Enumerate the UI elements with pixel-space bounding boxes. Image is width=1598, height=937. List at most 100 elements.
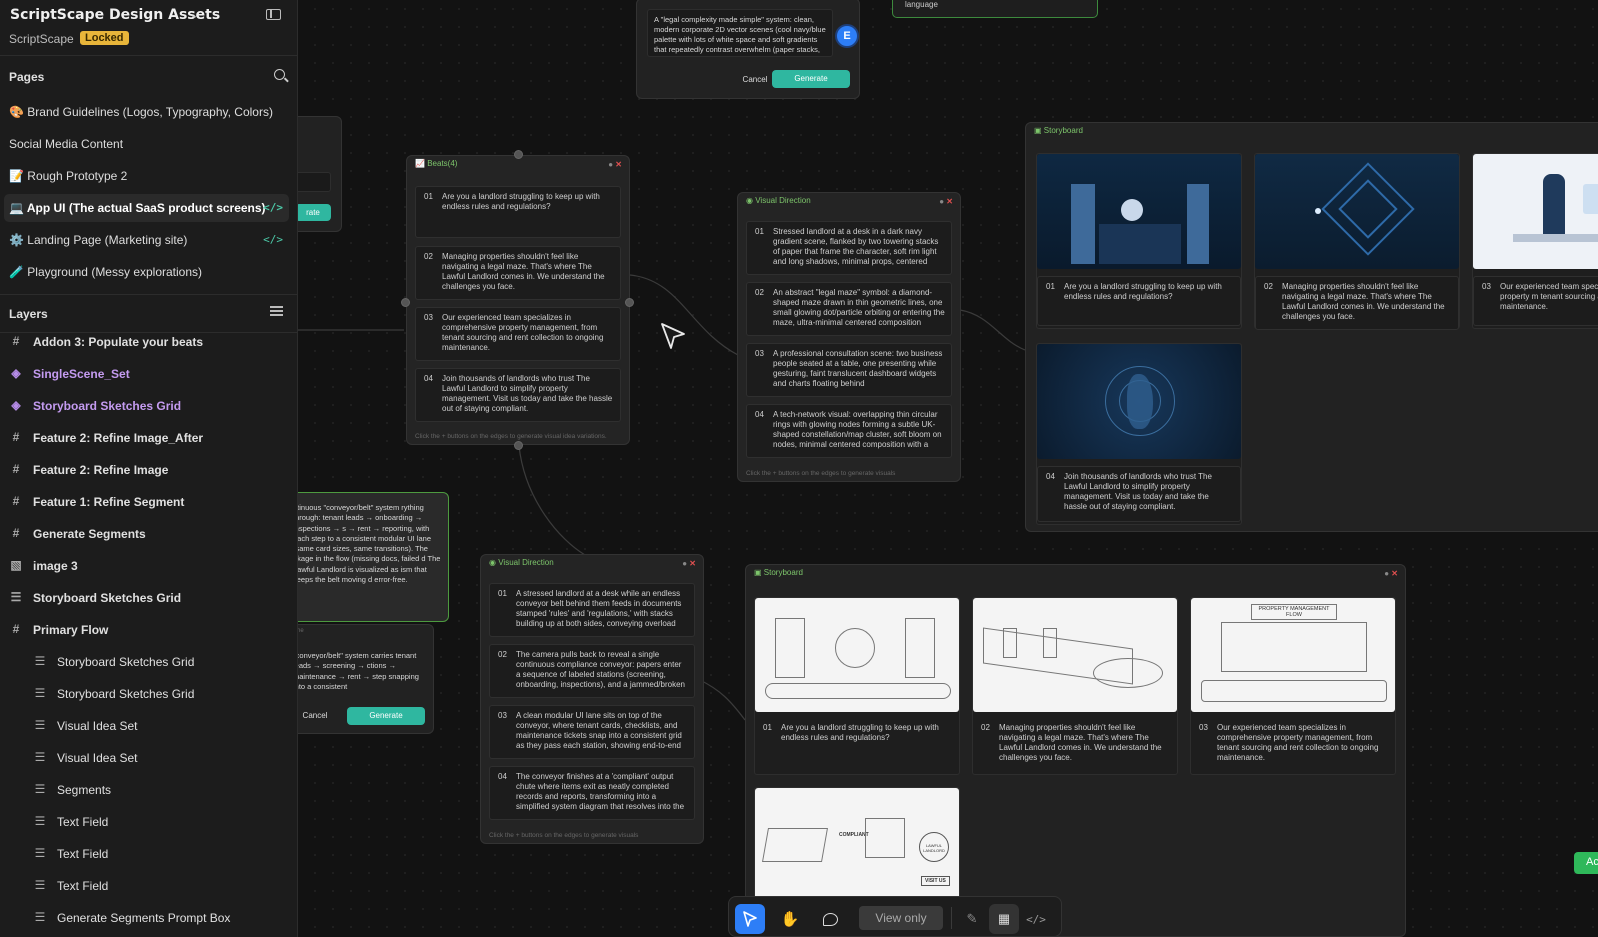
storyboard-frame[interactable]: 01 Are you a landlord struggling to keep …: [1036, 153, 1242, 329]
frame-caption[interactable]: 03 Our experienced team specializes in co…: [1191, 718, 1395, 772]
prompt-box-left-2[interactable]: ne "conveyor/belt" system carries tenant…: [280, 624, 434, 734]
layer-item[interactable]: ☰ Visual Idea Set: [35, 744, 138, 772]
beat-item[interactable]: 03 Our experienced team specializes in co…: [415, 307, 621, 361]
edge-action-button[interactable]: Ac: [1574, 852, 1598, 874]
partial-input[interactable]: [295, 172, 331, 192]
layer-item[interactable]: ◈ Storyboard Sketches Grid: [11, 392, 181, 420]
visual-item[interactable]: 01 A stressed landlord at a desk while an…: [489, 583, 695, 637]
frame-caption[interactable]: 01 Are you a landlord struggling to keep …: [1037, 276, 1241, 326]
beat-item[interactable]: 02 Managing properties shouldn't feel lik…: [415, 246, 621, 300]
generate-button[interactable]: Generate: [347, 707, 425, 725]
chevron-down-icon[interactable]: ⌄: [190, 8, 199, 21]
edge-handle[interactable]: [625, 298, 634, 307]
visual-item[interactable]: 04 The conveyor finishes at a 'compliant'…: [489, 766, 695, 820]
page-item-active[interactable]: 💻 App UI (The actual SaaS product screen…: [4, 194, 289, 222]
frame-image[interactable]: [1473, 154, 1598, 269]
code-mode-button[interactable]: </>: [1021, 904, 1051, 934]
project-title[interactable]: ScriptScape Design Assets: [10, 7, 220, 23]
visual-item[interactable]: 01 Stressed landlord at a desk in a dark …: [746, 221, 952, 275]
layer-item[interactable]: # Addon 3: Populate your beats: [13, 328, 203, 356]
page-item[interactable]: 🧪 Playground (Messy explorations): [4, 258, 289, 286]
cancel-button[interactable]: Cancel: [297, 707, 333, 725]
code-icon[interactable]: </>: [263, 233, 283, 246]
design-mode-button[interactable]: ▦: [989, 904, 1019, 934]
node-controls[interactable]: ● ✕: [939, 197, 953, 206]
prompt-text[interactable]: "conveyor/belt" system carries tenant le…: [293, 651, 423, 693]
code-icon[interactable]: </>: [263, 201, 283, 214]
layer-item[interactable]: ▧ image 3: [10, 552, 77, 580]
storyboard-frame[interactable]: PROPERTY MANAGEMENT FLOW 03 Our experienc…: [1190, 597, 1396, 775]
prompt-box-top[interactable]: A "legal complexity made simple" system:…: [636, 0, 860, 99]
pointer-tool-button[interactable]: [735, 904, 765, 934]
prompt-box-left[interactable]: ntinuous "conveyor/belt" system rything …: [280, 492, 449, 622]
storyboard-frame[interactable]: 02 Managing properties shouldn't feel lik…: [1254, 153, 1460, 330]
page-item[interactable]: 📝 Rough Prototype 2: [4, 162, 289, 190]
frame-caption[interactable]: 01 Are you a landlord struggling to keep …: [755, 718, 959, 768]
layer-item[interactable]: ☰ Text Field: [35, 808, 109, 836]
sketch-image[interactable]: [973, 598, 1177, 712]
layer-item[interactable]: ◈ SingleScene_Set: [11, 360, 129, 388]
visual-item[interactable]: 03 A professional consultation scene: two…: [746, 343, 952, 397]
frame-caption[interactable]: 03 Our experienced team speci comprehensi…: [1473, 276, 1598, 326]
layer-item[interactable]: # Feature 2: Refine Image: [13, 456, 169, 484]
generate-button[interactable]: Generate: [772, 70, 850, 88]
node-controls[interactable]: ● ✕: [1384, 569, 1398, 578]
layer-item[interactable]: # Feature 1: Refine Segment: [13, 488, 185, 516]
page-item[interactable]: ⚙️ Landing Page (Marketing site) </>: [4, 226, 289, 254]
search-icon[interactable]: [274, 69, 285, 80]
frame-caption[interactable]: 02 Managing properties shouldn't feel lik…: [973, 718, 1177, 772]
frame-image[interactable]: [1037, 154, 1241, 269]
layer-item[interactable]: ☰ Text Field: [35, 840, 109, 868]
layer-item[interactable]: ☰ Generate Segments Prompt Box: [35, 904, 231, 932]
collapse-layers-icon[interactable]: [270, 306, 283, 316]
layer-item[interactable]: ☰ Text Field: [35, 872, 109, 900]
page-item[interactable]: Social Media Content: [4, 130, 289, 158]
node-controls[interactable]: ● ✕: [682, 559, 696, 568]
layer-item[interactable]: ☰ Storyboard Sketches Grid: [35, 648, 195, 676]
partial-generate-button[interactable]: rate: [295, 204, 331, 221]
beat-item[interactable]: 04 Join thousands of landlords who trust …: [415, 368, 621, 422]
avatar[interactable]: E: [835, 24, 859, 48]
prompt-text[interactable]: ntinuous "conveyor/belt" system rything …: [293, 503, 441, 585]
storyboard-frame[interactable]: 02 Managing properties shouldn't feel lik…: [972, 597, 1178, 775]
draw-mode-button[interactable]: ✎: [957, 904, 987, 934]
sketch-image[interactable]: [755, 598, 959, 712]
visual-direction-node[interactable]: ◉ Visual Direction ● ✕ 01 A stressed land…: [480, 554, 704, 844]
sketch-image[interactable]: COMPLIANT LAWFUL LANDLORD VISIT US: [755, 788, 959, 900]
layer-item[interactable]: ☰ Visual Idea Set: [35, 712, 138, 740]
visual-item[interactable]: 04 A tech-network visual: overlapping thi…: [746, 404, 952, 458]
beat-item[interactable]: 01 Are you a landlord struggling to keep …: [415, 186, 621, 238]
visual-direction-node[interactable]: ◉ Visual Direction ● ✕ 01 Stressed landlo…: [737, 192, 961, 482]
cancel-button[interactable]: Cancel: [733, 71, 777, 89]
frame-image[interactable]: [1255, 154, 1459, 269]
visual-item[interactable]: 02 The camera pulls back to reveal a sing…: [489, 644, 695, 698]
sketch-image[interactable]: PROPERTY MANAGEMENT FLOW: [1191, 598, 1395, 712]
storyboard-node[interactable]: ▣ Storyboard 01 Are you a landlord strugg…: [1025, 122, 1598, 532]
storyboard-frame[interactable]: 03 Our experienced team speci comprehensi…: [1472, 153, 1598, 329]
beats-node[interactable]: 📈 Beats(4) ● ✕ 01 Are you a landlord stru…: [406, 155, 630, 445]
visual-item[interactable]: 02 An abstract "legal maze" symbol: a dia…: [746, 282, 952, 336]
layer-item[interactable]: ☰ Storyboard Sketches Grid: [35, 680, 195, 708]
frame-caption[interactable]: 02 Managing properties shouldn't feel lik…: [1255, 276, 1459, 330]
layer-item[interactable]: # Feature 2: Refine Image_After: [13, 424, 203, 452]
toggle-sidebar-icon[interactable]: [266, 9, 281, 20]
layer-item[interactable]: # Generate Segments: [13, 520, 146, 548]
edge-handle[interactable]: [514, 150, 523, 159]
node-controls[interactable]: ● ✕: [608, 160, 622, 169]
layer-item[interactable]: ☰ Segments: [35, 776, 111, 804]
page-item[interactable]: 🎨 Brand Guidelines (Logos, Typography, C…: [4, 98, 289, 126]
edge-handle[interactable]: [401, 298, 410, 307]
view-only-button[interactable]: View only: [859, 906, 943, 930]
frame-image[interactable]: [1037, 344, 1241, 459]
hand-tool-button[interactable]: ✋: [775, 904, 805, 934]
layer-item[interactable]: ☰ Storyboard Sketches Grid: [11, 584, 181, 612]
storyboard-node[interactable]: ▣ Storyboard ● ✕ 01 Are you a landlord st…: [745, 564, 1406, 937]
storyboard-frame[interactable]: 04 Join thousands of landlords who trust …: [1036, 343, 1242, 525]
layer-item[interactable]: # Primary Flow: [13, 616, 109, 644]
storyboard-frame[interactable]: 01 Are you a landlord struggling to keep …: [754, 597, 960, 775]
comment-tool-button[interactable]: [815, 904, 845, 934]
edge-handle[interactable]: [514, 441, 523, 450]
visual-item[interactable]: 03 A clean modular UI lane sits on top of…: [489, 705, 695, 759]
frame-caption[interactable]: 04 Join thousands of landlords who trust …: [1037, 466, 1241, 522]
prompt-text[interactable]: A "legal complexity made simple" system:…: [647, 9, 833, 57]
